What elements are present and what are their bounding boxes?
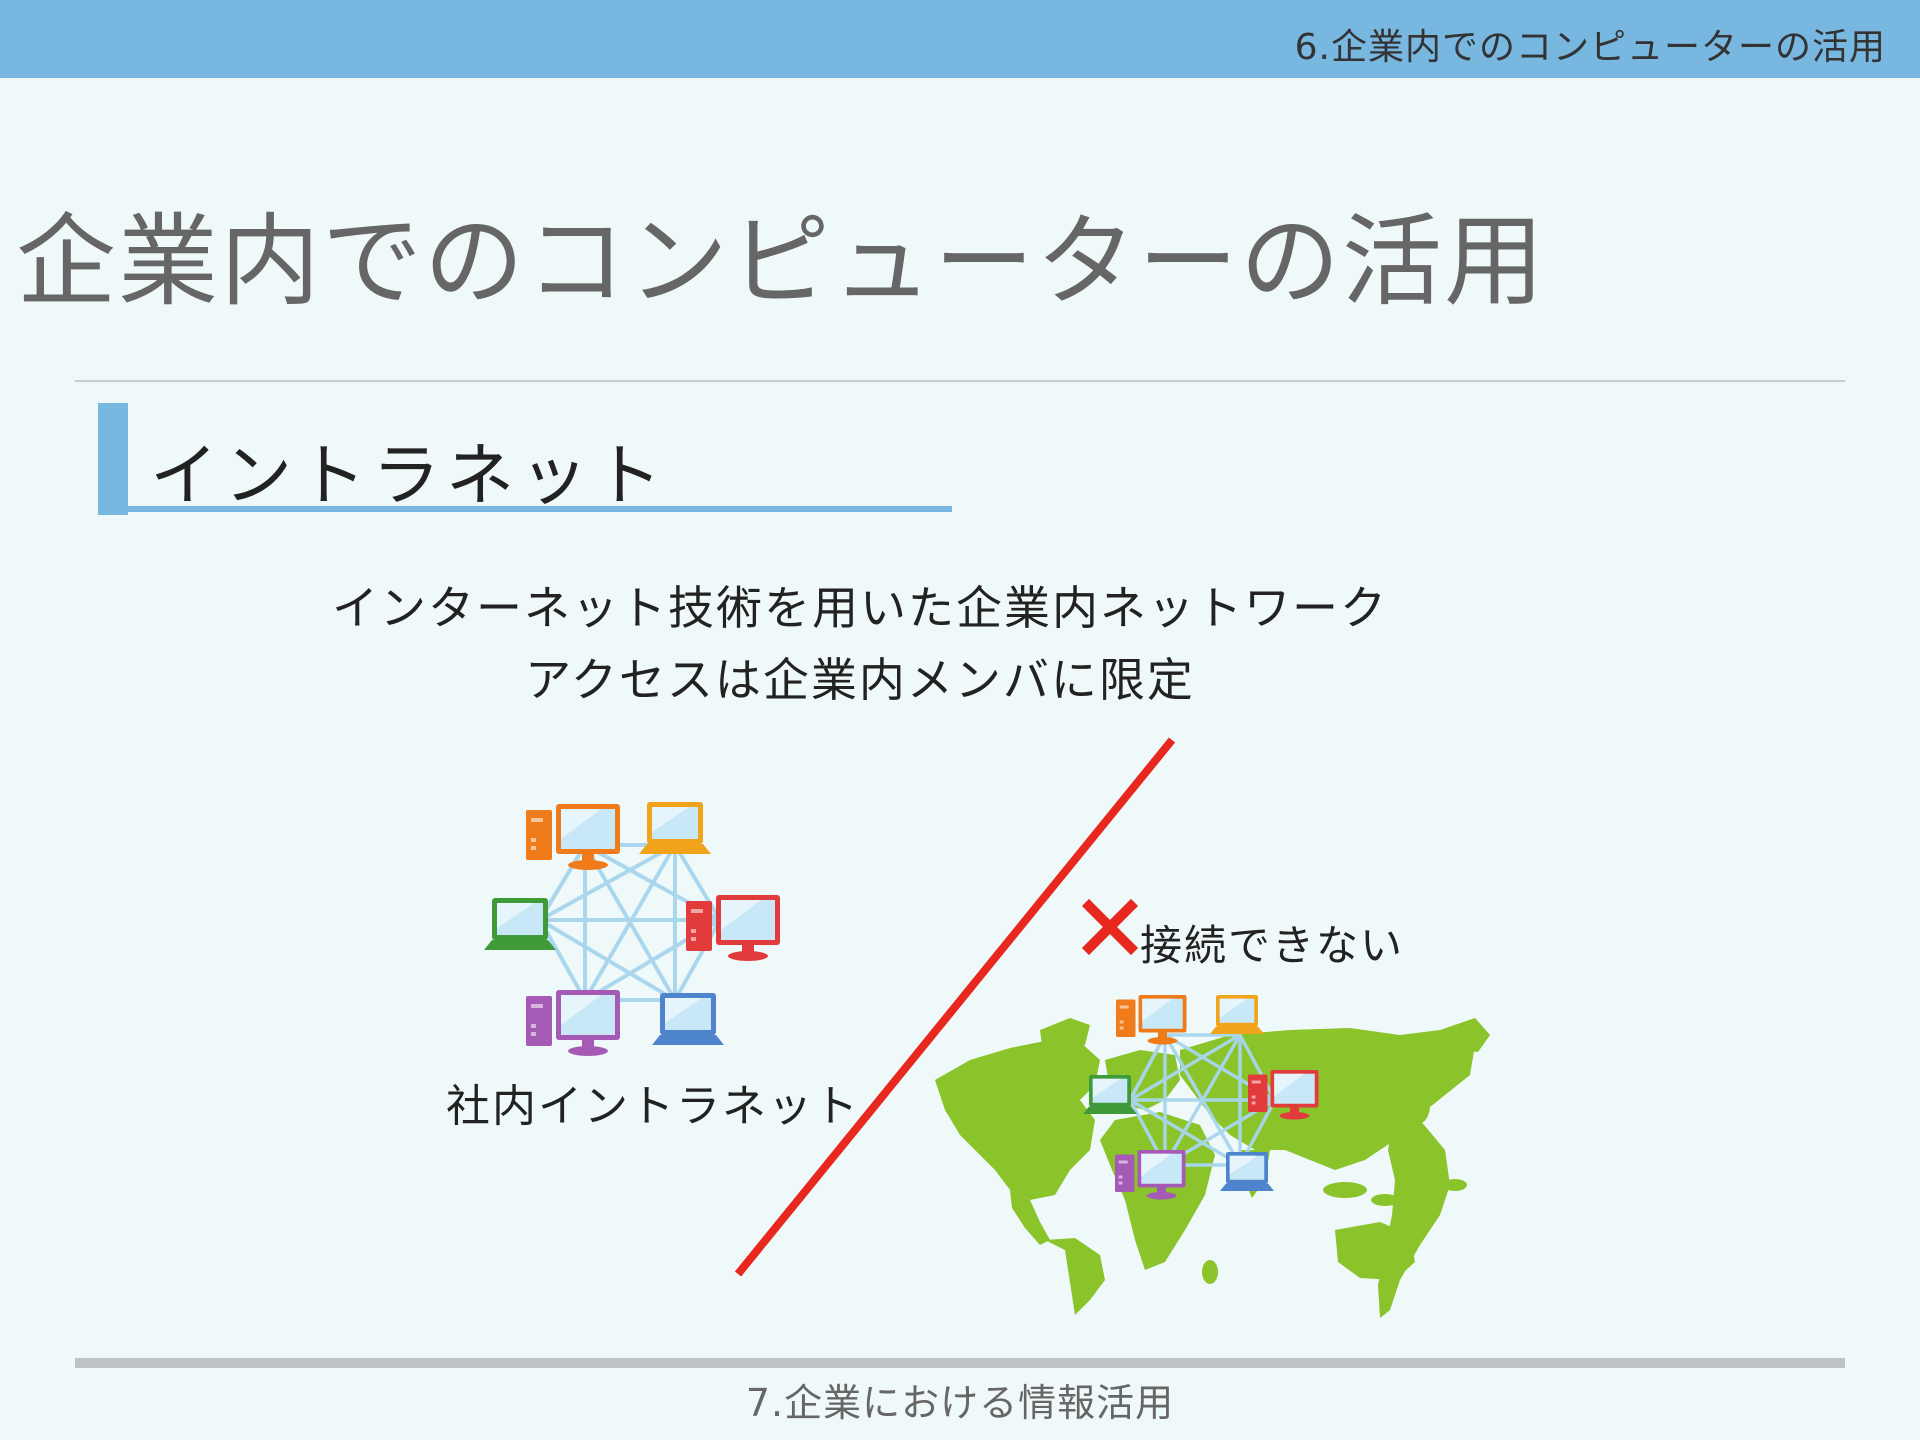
desktop-orange-icon: [526, 804, 620, 870]
no-connection-label: 接続できない: [1140, 921, 1405, 970]
separation-line: [734, 737, 1176, 1277]
footer-next-section: 7.企業における情報活用: [745, 1381, 1175, 1425]
laptop-blue-icon: [652, 993, 724, 1045]
footer-divider: [75, 1358, 1845, 1368]
laptop-green-icon: [484, 898, 556, 950]
world-laptop-blue-icon: [1220, 1152, 1274, 1191]
world-laptop-orange-icon: [1210, 995, 1264, 1034]
desktop-purple-icon: [526, 990, 620, 1056]
world-laptop-green-icon: [1083, 1075, 1137, 1114]
intranet-caption: 社内イントラネット: [446, 1081, 860, 1132]
cross-icon: [1081, 898, 1139, 956]
laptop-orange-icon: [639, 802, 711, 854]
intranet-network-diagram: [484, 802, 780, 1056]
desktop-red-icon: [686, 895, 780, 961]
illustration-layer: [484, 737, 1490, 1318]
world-desktop-orange-icon: [1116, 995, 1187, 1045]
